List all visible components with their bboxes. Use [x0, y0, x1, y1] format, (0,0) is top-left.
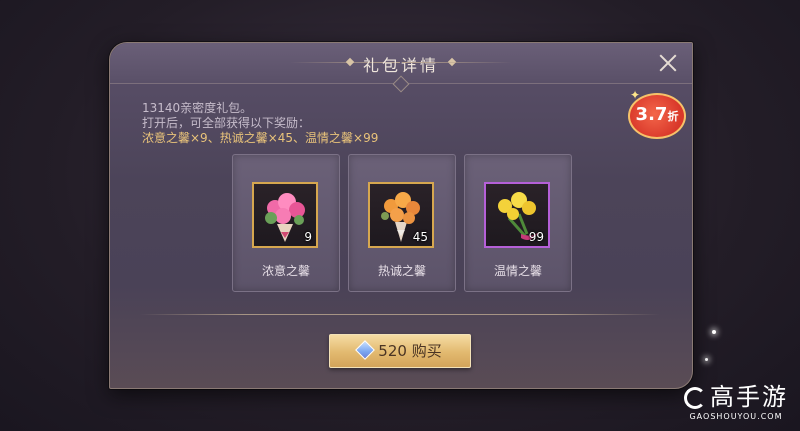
buy-button[interactable]: 520 购买 [329, 334, 471, 368]
item-count: 45 [412, 230, 428, 244]
reward-list: 9 浓意之馨 45 热诚之馨 99 温情之馨 [232, 154, 572, 292]
item-icon-frame: 99 [484, 182, 550, 248]
item-count: 9 [304, 230, 312, 244]
buy-label: 购买 [411, 342, 442, 360]
brand-site: GAOSHOUYOU.COM [689, 412, 783, 421]
title-decoration [402, 62, 512, 63]
item-count: 99 [528, 230, 544, 244]
item-icon-frame: 9 [252, 182, 318, 248]
item-name: 浓意之馨 [261, 264, 310, 278]
discount-value: 3.7 [635, 104, 668, 125]
gift-pack-dialog: 礼包详情 13140亲密度礼包。 打开后，可全部获得以下奖励： 浓意之馨×9、热… [109, 42, 693, 389]
sparkle-icon: ✦ [629, 88, 640, 102]
brand-logo-icon [684, 387, 706, 409]
reward-summary: 浓意之馨×9、热诚之馨×45、温情之馨×99 [142, 131, 379, 145]
sparkle-decoration [705, 358, 708, 361]
reward-item[interactable]: 45 热诚之馨 [348, 154, 456, 292]
discount-suffix: 折 [667, 110, 679, 123]
reward-item[interactable]: 99 温情之馨 [464, 154, 572, 292]
section-divider [140, 314, 660, 315]
sparkle-decoration [712, 330, 716, 334]
brand-name: 高手游 [710, 383, 788, 411]
item-name: 热诚之馨 [377, 264, 426, 278]
description-line: 13140亲密度礼包。 [142, 101, 253, 115]
diamond-icon [355, 340, 376, 360]
description-line: 打开后，可全部获得以下奖励： [142, 116, 311, 130]
close-button[interactable] [656, 51, 680, 75]
dialog-title: 礼包详情 [362, 56, 439, 75]
pack-description: 13140亲密度礼包。 打开后，可全部获得以下奖励： 浓意之馨×9、热诚之馨×4… [142, 101, 378, 146]
item-name: 温情之馨 [493, 264, 542, 278]
site-watermark: 高手游 GAOSHOUYOU.COM [684, 377, 788, 421]
reward-item[interactable]: 9 浓意之馨 [232, 154, 340, 292]
buy-price: 520 [378, 342, 407, 360]
brand-logo: 高手游 [684, 377, 788, 412]
item-icon-frame: 45 [368, 182, 434, 248]
